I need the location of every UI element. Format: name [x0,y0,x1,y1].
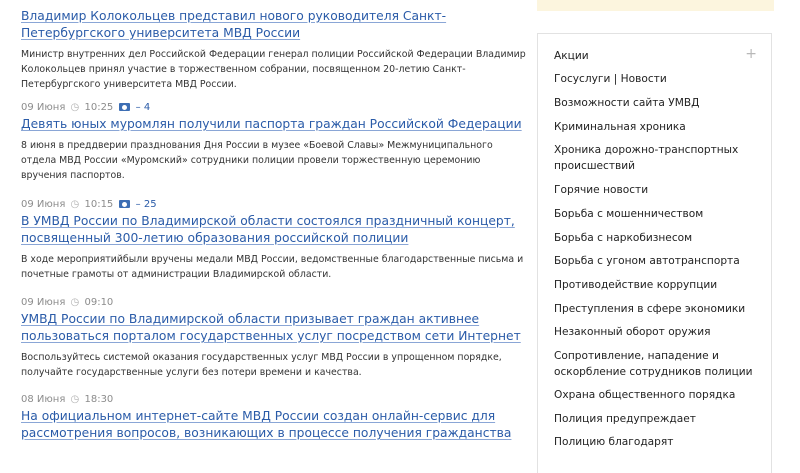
rubric-link[interactable]: Возможности сайта УМВД [554,95,754,111]
rubric-link[interactable]: Полиция предупреждает [554,411,754,427]
news-item: 08 Июня ◷ 18:30 На официальном интернет-… [21,393,526,442]
clock-icon: ◷ [70,297,80,308]
news-time: 10:15 [84,199,114,210]
news-date: 09 Июня [21,297,66,308]
rubric-link[interactable]: Борьба с наркобизнесом [554,230,754,246]
rubric-link[interactable]: Противодействие коррупции [554,277,754,293]
rubric-link[interactable]: Горячие новости [554,182,754,198]
news-item: 09 Июня ◷ 09:10 УМВД России по Владимирс… [21,296,526,380]
news-time: 09:10 [84,297,114,308]
news-title-link[interactable]: В УМВД России по Владимирской области со… [21,213,526,247]
news-item: 09 Июня ◷ 10:15 – 25 В УМВД России по Вл… [21,198,526,282]
clock-icon: ◷ [70,102,80,113]
rubric-link[interactable]: Борьба с угоном автотранспорта [554,253,754,269]
rubric-link[interactable]: Хроника дорожно-транспортных происшестви… [554,142,754,174]
rubric-link[interactable]: Преступления в сфере экономики [554,301,754,317]
news-item: 09 Июня ◷ 10:25 – 4 Девять юных муромлян… [21,101,526,183]
rubric-link[interactable]: Незаконный оборот оружия [554,324,754,340]
rubric-link[interactable]: Акции [554,48,754,64]
news-time: 18:30 [84,394,114,405]
rubric-link[interactable]: Госуслуги | Новости [554,71,754,87]
news-title-link[interactable]: На официальном интернет-сайте МВД России… [21,408,526,442]
news-meta: 09 Июня ◷ 10:15 – 25 [21,198,526,212]
clock-icon: ◷ [70,394,80,405]
news-description: В ходе мероприятийбыли вручены медали МВ… [21,254,524,280]
news-title-link[interactable]: УМВД России по Владимирской области приз… [21,311,526,345]
news-meta: 08 Июня ◷ 18:30 [21,393,526,407]
news-date: 09 Июня [21,102,66,113]
photo-count[interactable]: – 4 [136,102,151,113]
rubrics-panel: + Акции Госуслуги | Новости Возможности … [537,33,772,473]
rubric-link[interactable]: Полицию благодарят [554,434,754,450]
news-title-link[interactable]: Владимир Колокольцев представил нового р… [21,8,526,42]
camera-icon[interactable] [119,200,131,208]
rubric-link[interactable]: Криминальная хроника [554,119,754,135]
news-description: Министр внутренних дел Российской Федера… [21,49,526,90]
news-item: Владимир Колокольцев представил нового р… [21,7,526,92]
camera-icon[interactable] [119,103,131,111]
news-date: 09 Июня [21,199,66,210]
news-date: 08 Июня [21,394,66,405]
news-meta: 09 Июня ◷ 09:10 [21,296,526,310]
news-time: 10:25 [84,102,114,113]
news-description: 8 июня в преддверии празднования Дня Рос… [21,140,493,181]
photo-count[interactable]: – 25 [136,199,157,210]
rubric-link[interactable]: Охрана общественного порядка [554,387,754,403]
rubric-link[interactable]: Борьба с мошенничеством [554,206,754,222]
news-title-link[interactable]: Девять юных муромлян получили паспорта г… [21,116,526,133]
news-meta: 09 Июня ◷ 10:25 – 4 [21,101,526,115]
sidebar-banner-box [537,0,774,11]
clock-icon: ◷ [70,199,80,210]
news-description: Воспользуйтесь системой оказания государ… [21,352,502,378]
rubric-link[interactable]: Сопротивление, нападение и оскорбление с… [554,348,754,380]
